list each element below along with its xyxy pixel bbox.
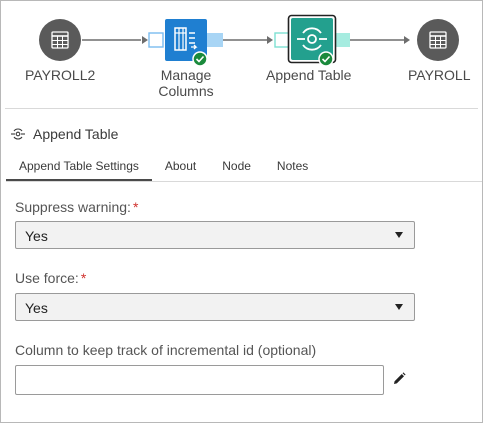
tab-node[interactable]: Node bbox=[209, 153, 264, 181]
incremental-id-label: Column to keep track of incremental id (… bbox=[15, 342, 317, 358]
input-port[interactable] bbox=[274, 32, 290, 48]
connector-arrowhead bbox=[267, 36, 273, 44]
node-label-manage-columns: Manage Columns bbox=[151, 67, 221, 99]
tab-bar: Append Table Settings About Node Notes bbox=[6, 153, 321, 181]
node-label-line: Manage bbox=[160, 67, 212, 83]
flow-connectors bbox=[39, 14, 459, 67]
suppress-warning-value: Yes bbox=[25, 228, 48, 244]
required-marker: * bbox=[132, 199, 139, 215]
input-port[interactable] bbox=[148, 32, 164, 48]
status-ok-icon bbox=[318, 51, 334, 67]
node-label-payroll: PAYROLL bbox=[408, 67, 471, 83]
tab-about[interactable]: About bbox=[152, 153, 209, 181]
use-force-select[interactable]: Yes bbox=[15, 293, 415, 321]
output-port[interactable] bbox=[207, 33, 223, 47]
suppress-warning-label-text: Suppress warning: bbox=[15, 199, 131, 215]
suppress-warning-label: Suppress warning: * bbox=[15, 199, 138, 215]
node-label-append-table: Append Table bbox=[266, 67, 352, 83]
tab-append-table-settings[interactable]: Append Table Settings bbox=[6, 153, 152, 181]
flow-diagram: PAYROLL2 Manage Columns Append Table PAY… bbox=[1, 1, 482, 108]
panel-header: Append Table bbox=[11, 125, 118, 143]
dropdown-caret-icon bbox=[395, 232, 403, 238]
pencil-icon[interactable] bbox=[391, 371, 407, 387]
incremental-id-input[interactable] bbox=[15, 365, 384, 395]
suppress-warning-select[interactable]: Yes bbox=[15, 221, 415, 249]
panel-title: Append Table bbox=[33, 126, 119, 142]
use-force-label-text: Use force: bbox=[15, 270, 79, 286]
flow-panel-divider bbox=[5, 108, 478, 109]
node-payroll2-icon[interactable] bbox=[39, 19, 81, 61]
required-marker: * bbox=[80, 270, 87, 286]
append-table-icon bbox=[11, 128, 25, 140]
use-force-label: Use force: * bbox=[15, 270, 86, 286]
append-table-window: PAYROLL2 Manage Columns Append Table PAY… bbox=[0, 0, 483, 423]
output-port[interactable] bbox=[335, 33, 350, 47]
connector-arrowhead bbox=[142, 36, 148, 44]
connector-arrowhead bbox=[404, 36, 410, 44]
tab-divider bbox=[6, 181, 482, 182]
node-label-line: Columns bbox=[158, 83, 214, 99]
node-payroll-icon[interactable] bbox=[417, 19, 459, 61]
tab-notes[interactable]: Notes bbox=[264, 153, 321, 181]
dropdown-caret-icon bbox=[395, 304, 403, 310]
use-force-value: Yes bbox=[25, 300, 48, 316]
node-label-payroll2: PAYROLL2 bbox=[25, 67, 96, 83]
status-ok-icon bbox=[192, 51, 208, 67]
